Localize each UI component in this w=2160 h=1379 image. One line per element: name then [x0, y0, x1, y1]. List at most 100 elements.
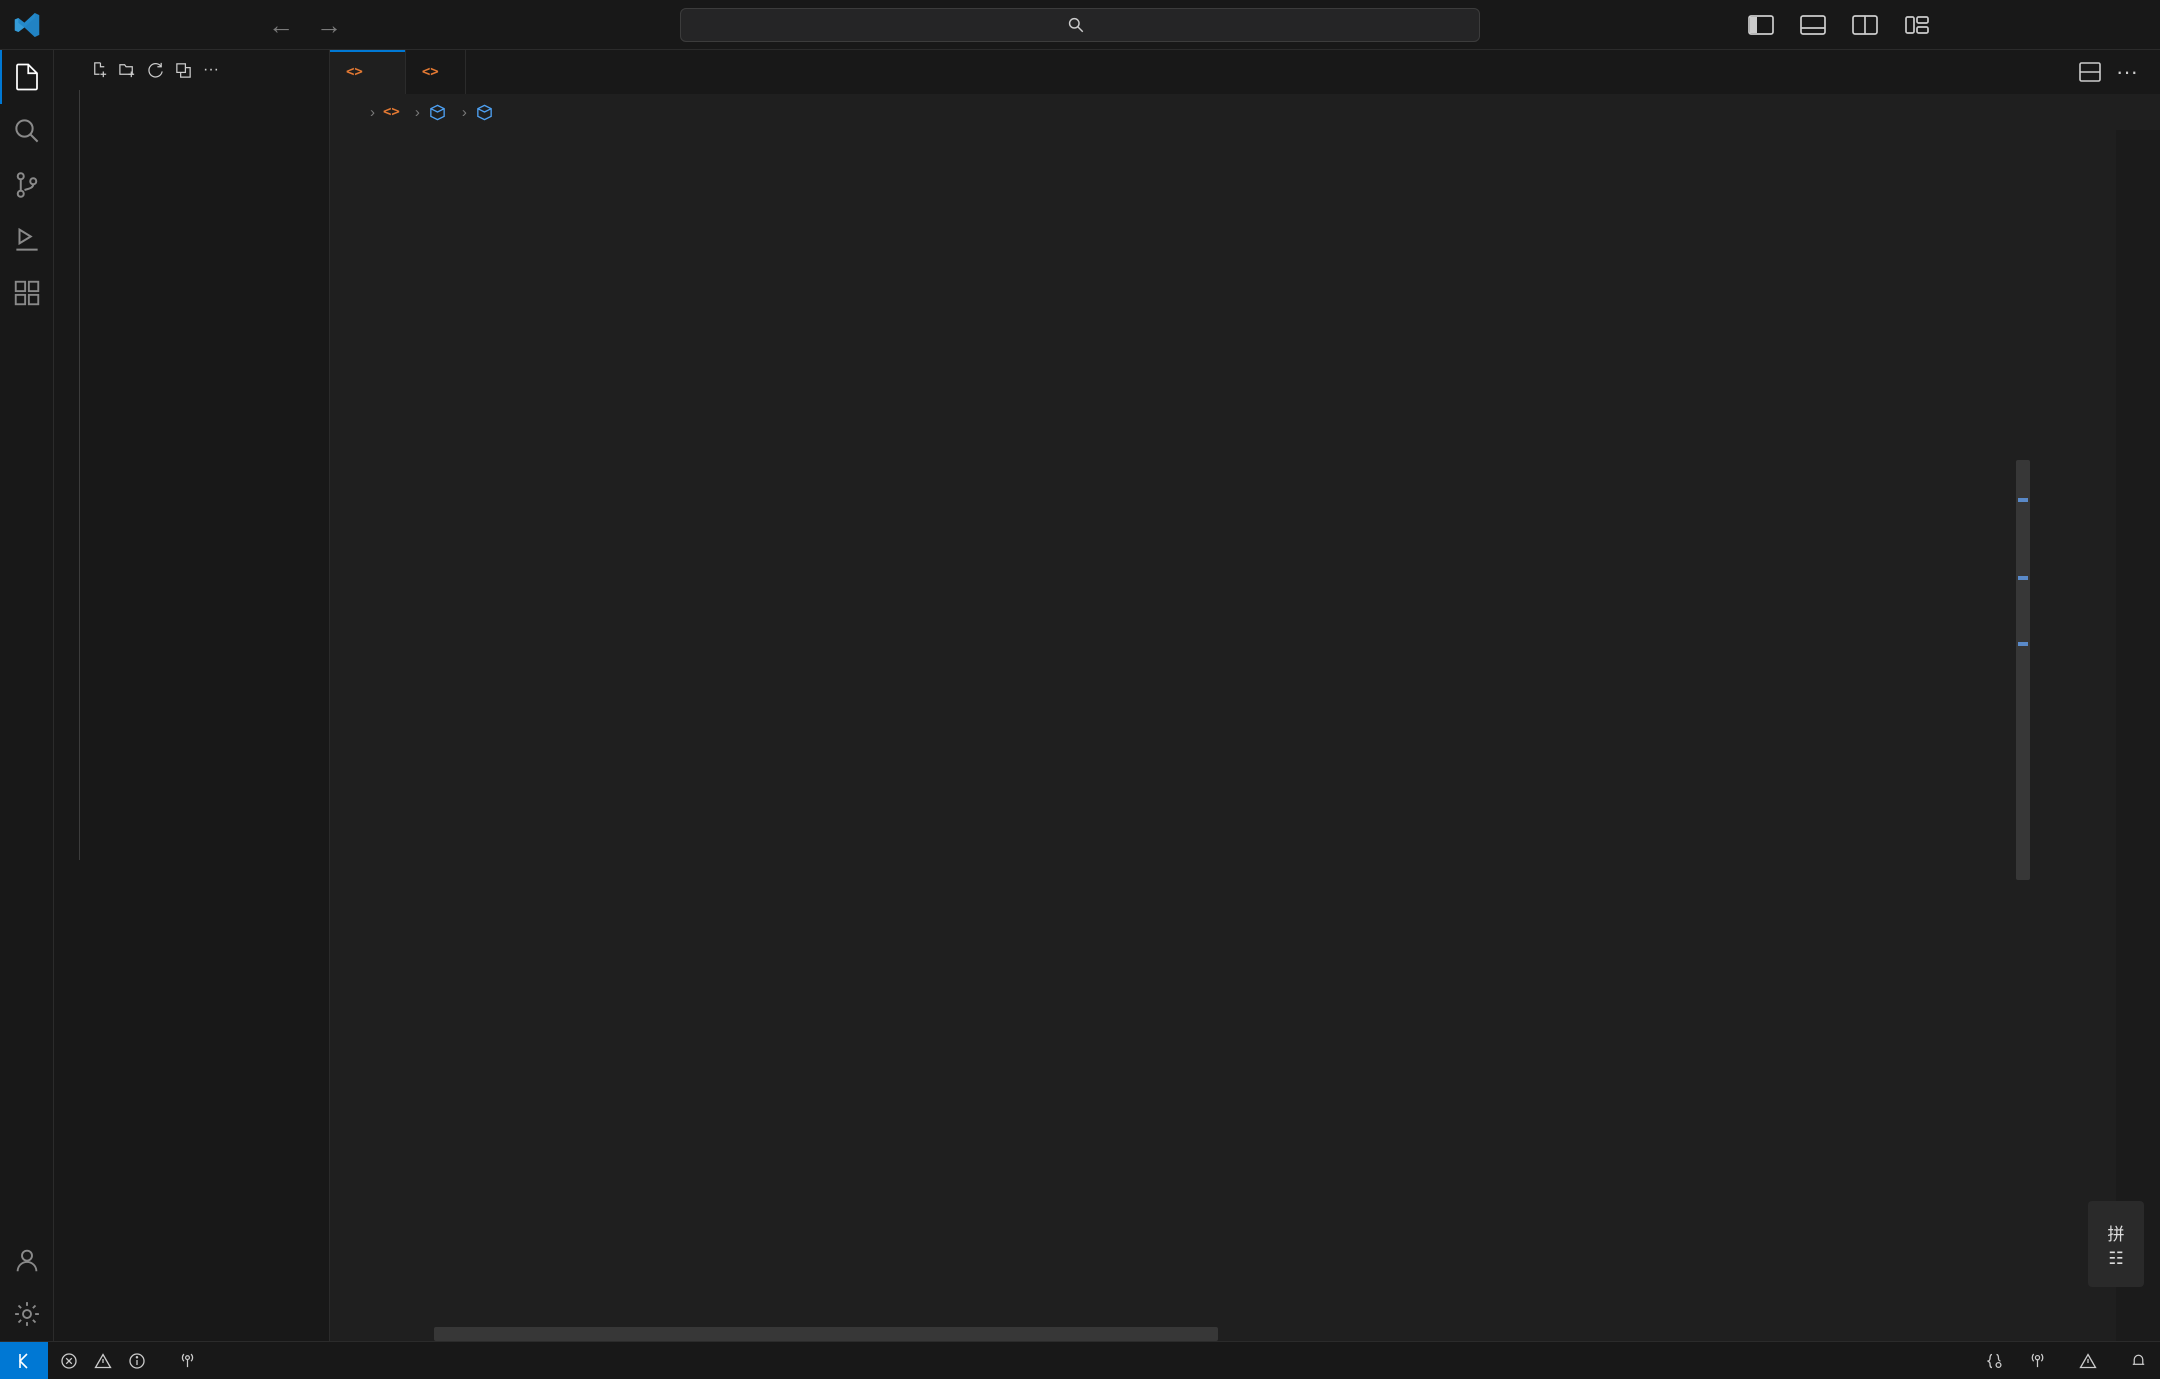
horizontal-scrollbar[interactable] — [434, 1327, 1886, 1341]
toggle-secondary-sidebar-icon[interactable] — [1852, 14, 1878, 36]
breadcrumb: › <> › › — [330, 94, 2160, 130]
explorer-actions: ··· — [86, 57, 224, 83]
explorer-header: ··· — [54, 50, 329, 90]
window-controls — [1974, 0, 2160, 50]
bell-icon — [2129, 1351, 2148, 1370]
info-icon — [128, 1352, 146, 1370]
search-icon — [12, 116, 42, 146]
tab-bar-filler — [466, 50, 2056, 94]
go-live-button[interactable] — [2016, 1342, 2067, 1379]
search-icon — [1067, 16, 1085, 34]
ime-indicator: 拼 ☷ — [2088, 1201, 2144, 1287]
views-more-icon[interactable]: ··· — [198, 57, 224, 83]
customize-layout-icon[interactable] — [1904, 14, 1930, 36]
vertical-scroll-thumb[interactable] — [2016, 460, 2030, 880]
activity-item-extensions[interactable] — [0, 266, 54, 320]
activity-item-search[interactable] — [0, 104, 54, 158]
remote-window-icon — [14, 1351, 34, 1371]
scroll-decoration — [2018, 498, 2028, 502]
maximize-button[interactable] — [2036, 0, 2098, 50]
horizontal-scroll-thumb[interactable] — [434, 1327, 1218, 1341]
chevron-right-icon: › — [370, 104, 375, 121]
minimap[interactable] — [2030, 130, 2160, 1341]
toggle-panel-icon[interactable] — [1800, 14, 1826, 36]
symbol-cube-icon — [475, 103, 494, 122]
source-control-icon — [12, 170, 42, 200]
vscode-window: ← → — [0, 0, 2160, 1379]
account-icon — [12, 1245, 42, 1275]
language-mode-status[interactable] — [1972, 1342, 2016, 1379]
ime-glyph: 拼 — [2108, 1220, 2125, 1245]
toggle-primary-sidebar-icon[interactable] — [1748, 14, 1774, 36]
files-icon — [12, 62, 42, 92]
title-bar: ← → — [0, 0, 2160, 50]
warning-icon — [2079, 1352, 2097, 1370]
broadcast-icon — [2028, 1351, 2047, 1370]
new-file-icon[interactable] — [86, 57, 112, 83]
command-center[interactable] — [680, 8, 1480, 42]
html-icon: <> — [422, 64, 439, 80]
vertical-scrollbar[interactable] — [2016, 130, 2030, 1341]
refresh-icon[interactable] — [142, 57, 168, 83]
collapse-all-icon[interactable] — [170, 57, 196, 83]
tab-dengpao-2[interactable]: <> — [406, 50, 466, 94]
activity-item-source-control[interactable] — [0, 158, 54, 212]
editor-group: <> <> ··· — [330, 50, 2160, 1341]
activity-bar — [0, 50, 54, 1341]
error-icon — [60, 1352, 78, 1370]
ports-status[interactable] — [166, 1342, 217, 1379]
breadcrumb-item-html[interactable] — [428, 103, 454, 122]
ime-sub-glyph: ☷ — [2108, 1249, 2123, 1269]
search-input[interactable] — [680, 8, 1480, 42]
workbench: ··· <> <> — [0, 50, 2160, 1341]
status-bar — [0, 1341, 2160, 1379]
chevron-right-icon: › — [415, 104, 420, 121]
chevron-right-icon: › — [462, 104, 467, 121]
arrow-left-icon[interactable]: ← — [268, 12, 294, 38]
minimize-button[interactable] — [1974, 0, 2036, 50]
minimap-shade — [2116, 130, 2160, 1341]
html-icon: <> — [346, 64, 363, 80]
new-folder-icon[interactable] — [114, 57, 140, 83]
layout-controls — [1748, 14, 1930, 36]
code-scroll-area[interactable] — [330, 130, 2030, 1341]
gear-icon — [12, 1299, 42, 1329]
file-tree[interactable] — [54, 90, 329, 1341]
editor-tabs: <> <> ··· — [330, 50, 2160, 94]
code-editor[interactable]: 拼 ☷ — [330, 130, 2160, 1341]
scroll-decoration — [2018, 642, 2028, 646]
remote-window-button[interactable] — [0, 1342, 48, 1379]
activity-item-run-and-debug[interactable] — [0, 212, 54, 266]
symbol-cube-icon — [428, 103, 447, 122]
more-actions-icon[interactable]: ··· — [2116, 59, 2138, 85]
arrow-right-icon[interactable]: → — [316, 12, 342, 38]
tab-dengpao-1[interactable]: <> — [330, 50, 406, 94]
cursor-position-status[interactable] — [1876, 1342, 1900, 1379]
encoding-status[interactable] — [1924, 1342, 1948, 1379]
tree-indent-guide — [79, 90, 80, 860]
activity-item-manage[interactable] — [0, 1287, 54, 1341]
activity-item-explorer[interactable] — [0, 50, 54, 104]
spell-checker-status[interactable] — [2067, 1342, 2117, 1379]
braces-icon — [1984, 1351, 2004, 1371]
breadcrumb-item-script[interactable] — [475, 103, 501, 122]
radio-tower-icon — [178, 1351, 197, 1370]
menu-bar — [54, 0, 234, 49]
eol-status[interactable] — [1948, 1342, 1972, 1379]
indentation-status[interactable] — [1900, 1342, 1924, 1379]
debug-icon — [12, 224, 42, 254]
close-button[interactable] — [2098, 0, 2160, 50]
editor-actions: ··· — [2056, 50, 2160, 94]
navigation-arrows: ← → — [268, 12, 342, 38]
vscode-logo-icon — [0, 10, 54, 40]
explorer-sidebar: ··· — [54, 50, 330, 1341]
scroll-decoration — [2018, 576, 2028, 580]
breadcrumb-item-file[interactable]: <> — [383, 104, 407, 120]
warning-icon — [94, 1352, 112, 1370]
extensions-icon — [12, 278, 42, 308]
activity-item-accounts[interactable] — [0, 1233, 54, 1287]
problems-status[interactable] — [48, 1342, 166, 1379]
html-icon: <> — [383, 104, 400, 120]
split-editor-icon[interactable] — [2078, 61, 2102, 83]
notifications-bell-button[interactable] — [2117, 1342, 2160, 1379]
